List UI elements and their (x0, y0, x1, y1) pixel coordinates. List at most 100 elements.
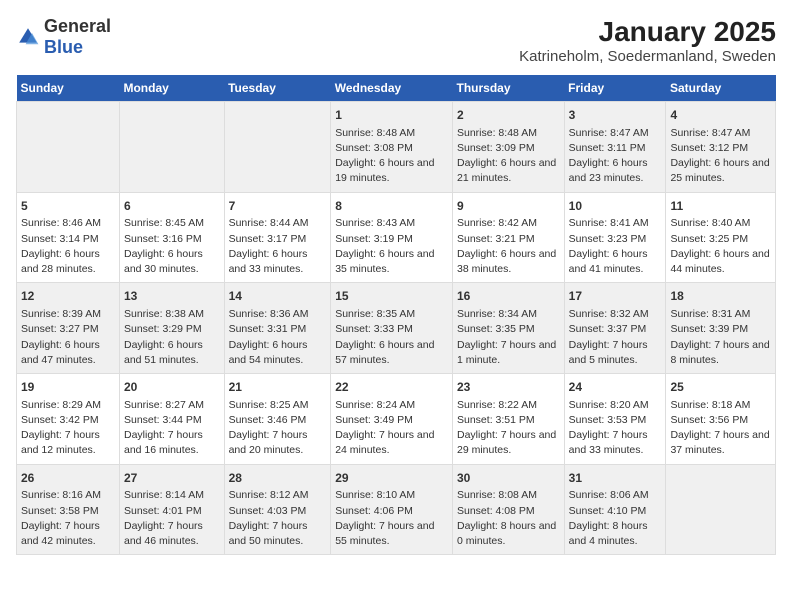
cell-info: Sunrise: 8:18 AM Sunset: 3:56 PM Dayligh… (670, 398, 771, 459)
calendar-week-row: 12 Sunrise: 8:39 AM Sunset: 3:27 PM Dayli… (17, 283, 776, 374)
day-number: 3 (569, 107, 662, 124)
cell-info: Sunrise: 8:20 AM Sunset: 3:53 PM Dayligh… (569, 398, 662, 459)
cell-info: Sunrise: 8:10 AM Sunset: 4:06 PM Dayligh… (335, 488, 448, 549)
calendar-cell: 20 Sunrise: 8:27 AM Sunset: 3:44 PM Dayli… (119, 374, 224, 465)
day-number: 28 (229, 470, 327, 487)
day-number: 5 (21, 198, 115, 215)
day-number: 24 (569, 379, 662, 396)
day-number: 30 (457, 470, 560, 487)
cell-info: Sunrise: 8:34 AM Sunset: 3:35 PM Dayligh… (457, 307, 560, 368)
day-number: 27 (124, 470, 220, 487)
calendar-cell: 21 Sunrise: 8:25 AM Sunset: 3:46 PM Dayli… (224, 374, 331, 465)
cell-info: Sunrise: 8:46 AM Sunset: 3:14 PM Dayligh… (21, 216, 115, 277)
calendar-cell: 18 Sunrise: 8:31 AM Sunset: 3:39 PM Dayli… (666, 283, 776, 374)
calendar-cell: 7Sunrise: 8:44 AM Sunset: 3:17 PM Daylig… (224, 192, 331, 283)
cell-info: Sunrise: 8:42 AM Sunset: 3:21 PM Dayligh… (457, 216, 560, 277)
day-number: 23 (457, 379, 560, 396)
weekday-header: Thursday (453, 75, 565, 102)
day-number: 4 (670, 107, 771, 124)
cell-info: Sunrise: 8:27 AM Sunset: 3:44 PM Dayligh… (124, 398, 220, 459)
calendar-cell: 17Sunrise: 8:32 AM Sunset: 3:37 PM Dayli… (564, 283, 666, 374)
calendar-table: SundayMondayTuesdayWednesdayThursdayFrid… (16, 75, 776, 555)
calendar-cell: 11Sunrise: 8:40 AM Sunset: 3:25 PM Dayli… (666, 192, 776, 283)
day-number: 14 (229, 288, 327, 305)
calendar-cell: 6Sunrise: 8:45 AM Sunset: 3:16 PM Daylig… (119, 192, 224, 283)
calendar-week-row: 5Sunrise: 8:46 AM Sunset: 3:14 PM Daylig… (17, 192, 776, 283)
month-title: January 2025 (519, 16, 776, 48)
calendar-cell: 29Sunrise: 8:10 AM Sunset: 4:06 PM Dayli… (331, 464, 453, 555)
day-number: 29 (335, 470, 448, 487)
calendar-cell (17, 102, 120, 193)
day-number: 9 (457, 198, 560, 215)
day-number: 11 (670, 198, 771, 215)
weekday-header: Monday (119, 75, 224, 102)
calendar-cell: 22Sunrise: 8:24 AM Sunset: 3:49 PM Dayli… (331, 374, 453, 465)
cell-info: Sunrise: 8:14 AM Sunset: 4:01 PM Dayligh… (124, 488, 220, 549)
day-number: 2 (457, 107, 560, 124)
day-number: 15 (335, 288, 448, 305)
day-number: 16 (457, 288, 560, 305)
weekday-header-row: SundayMondayTuesdayWednesdayThursdayFrid… (17, 75, 776, 102)
cell-info: Sunrise: 8:39 AM Sunset: 3:27 PM Dayligh… (21, 307, 115, 368)
day-number: 12 (21, 288, 115, 305)
logo-icon (16, 25, 40, 49)
cell-info: Sunrise: 8:31 AM Sunset: 3:39 PM Dayligh… (670, 307, 771, 368)
calendar-cell: 13 Sunrise: 8:38 AM Sunset: 3:29 PM Dayli… (119, 283, 224, 374)
cell-info: Sunrise: 8:47 AM Sunset: 3:11 PM Dayligh… (569, 126, 662, 187)
cell-info: Sunrise: 8:16 AM Sunset: 3:58 PM Dayligh… (21, 488, 115, 549)
calendar-cell: 19 Sunrise: 8:29 AM Sunset: 3:42 PM Dayli… (17, 374, 120, 465)
day-number: 26 (21, 470, 115, 487)
page-header: General Blue January 2025 Katrineholm, S… (16, 16, 776, 65)
cell-info: Sunrise: 8:43 AM Sunset: 3:19 PM Dayligh… (335, 216, 448, 277)
cell-info: Sunrise: 8:29 AM Sunset: 3:42 PM Dayligh… (21, 398, 115, 459)
calendar-week-row: 26Sunrise: 8:16 AM Sunset: 3:58 PM Dayli… (17, 464, 776, 555)
calendar-cell: 14 Sunrise: 8:36 AM Sunset: 3:31 PM Dayli… (224, 283, 331, 374)
logo-general: General (44, 16, 111, 36)
day-number: 20 (124, 379, 220, 396)
weekday-header: Sunday (17, 75, 120, 102)
calendar-cell: 15 Sunrise: 8:35 AM Sunset: 3:33 PM Dayli… (331, 283, 453, 374)
location-title: Katrineholm, Soedermanland, Sweden (519, 48, 776, 65)
calendar-cell: 4 Sunrise: 8:47 AM Sunset: 3:12 PM Daylig… (666, 102, 776, 193)
calendar-cell: 30Sunrise: 8:08 AM Sunset: 4:08 PM Dayli… (453, 464, 565, 555)
weekday-header: Saturday (666, 75, 776, 102)
cell-info: Sunrise: 8:38 AM Sunset: 3:29 PM Dayligh… (124, 307, 220, 368)
day-number: 19 (21, 379, 115, 396)
cell-info: Sunrise: 8:47 AM Sunset: 3:12 PM Dayligh… (670, 126, 771, 187)
calendar-week-row: 19 Sunrise: 8:29 AM Sunset: 3:42 PM Dayli… (17, 374, 776, 465)
day-number: 18 (670, 288, 771, 305)
cell-info: Sunrise: 8:44 AM Sunset: 3:17 PM Dayligh… (229, 216, 327, 277)
calendar-cell: 8Sunrise: 8:43 AM Sunset: 3:19 PM Daylig… (331, 192, 453, 283)
cell-info: Sunrise: 8:06 AM Sunset: 4:10 PM Dayligh… (569, 488, 662, 549)
calendar-cell (224, 102, 331, 193)
day-number: 8 (335, 198, 448, 215)
calendar-cell: 9Sunrise: 8:42 AM Sunset: 3:21 PM Daylig… (453, 192, 565, 283)
cell-info: Sunrise: 8:45 AM Sunset: 3:16 PM Dayligh… (124, 216, 220, 277)
title-block: January 2025 Katrineholm, Soedermanland,… (519, 16, 776, 65)
cell-info: Sunrise: 8:08 AM Sunset: 4:08 PM Dayligh… (457, 488, 560, 549)
calendar-cell: 16 Sunrise: 8:34 AM Sunset: 3:35 PM Dayli… (453, 283, 565, 374)
calendar-cell: 26Sunrise: 8:16 AM Sunset: 3:58 PM Dayli… (17, 464, 120, 555)
cell-info: Sunrise: 8:48 AM Sunset: 3:09 PM Dayligh… (457, 126, 560, 187)
cell-info: Sunrise: 8:24 AM Sunset: 3:49 PM Dayligh… (335, 398, 448, 459)
cell-info: Sunrise: 8:22 AM Sunset: 3:51 PM Dayligh… (457, 398, 560, 459)
day-number: 6 (124, 198, 220, 215)
calendar-cell: 23 Sunrise: 8:22 AM Sunset: 3:51 PM Dayli… (453, 374, 565, 465)
cell-info: Sunrise: 8:32 AM Sunset: 3:37 PM Dayligh… (569, 307, 662, 368)
cell-info: Sunrise: 8:48 AM Sunset: 3:08 PM Dayligh… (335, 126, 448, 187)
calendar-cell: 1Sunrise: 8:48 AM Sunset: 3:08 PM Daylig… (331, 102, 453, 193)
weekday-header: Wednesday (331, 75, 453, 102)
calendar-cell: 3 Sunrise: 8:47 AM Sunset: 3:11 PM Daylig… (564, 102, 666, 193)
day-number: 10 (569, 198, 662, 215)
calendar-cell: 5Sunrise: 8:46 AM Sunset: 3:14 PM Daylig… (17, 192, 120, 283)
cell-info: Sunrise: 8:35 AM Sunset: 3:33 PM Dayligh… (335, 307, 448, 368)
day-number: 7 (229, 198, 327, 215)
day-number: 13 (124, 288, 220, 305)
cell-info: Sunrise: 8:36 AM Sunset: 3:31 PM Dayligh… (229, 307, 327, 368)
day-number: 21 (229, 379, 327, 396)
calendar-cell: 27Sunrise: 8:14 AM Sunset: 4:01 PM Dayli… (119, 464, 224, 555)
logo: General Blue (16, 16, 111, 58)
cell-info: Sunrise: 8:25 AM Sunset: 3:46 PM Dayligh… (229, 398, 327, 459)
calendar-cell: 2 Sunrise: 8:48 AM Sunset: 3:09 PM Daylig… (453, 102, 565, 193)
calendar-cell: 10Sunrise: 8:41 AM Sunset: 3:23 PM Dayli… (564, 192, 666, 283)
